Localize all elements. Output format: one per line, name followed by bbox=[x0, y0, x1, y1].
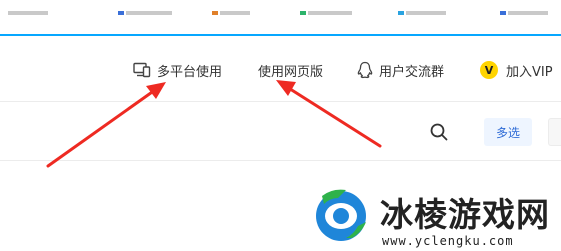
devices-icon bbox=[133, 62, 151, 78]
watermark-logo-icon bbox=[316, 189, 366, 241]
user-group-link[interactable]: 用户交流群 bbox=[357, 60, 444, 80]
qq-penguin-icon bbox=[357, 61, 373, 79]
vip-badge-icon: V bbox=[480, 61, 498, 79]
header-toolbar: 多平台使用 使用网页版 用户交流群 V 加入VIP bbox=[0, 36, 561, 102]
web-version-link[interactable]: 使用网页版 bbox=[258, 60, 323, 80]
cropped-button-edge[interactable] bbox=[548, 118, 561, 146]
watermark-url: www.yclengku.com bbox=[382, 234, 514, 248]
site-watermark: 冰棱游戏网 www.yclengku.com bbox=[302, 180, 561, 251]
search-row: 多选 bbox=[0, 103, 561, 161]
tab-fragment bbox=[300, 0, 354, 15]
join-vip-label: 加入VIP bbox=[506, 64, 553, 80]
tab-fragment bbox=[500, 0, 550, 15]
multi-platform-label: 多平台使用 bbox=[157, 64, 223, 80]
user-group-label: 用户交流群 bbox=[379, 64, 445, 80]
join-vip-link[interactable]: V 加入VIP bbox=[480, 60, 553, 80]
tab-fragment bbox=[8, 0, 50, 15]
multi-select-button[interactable]: 多选 bbox=[484, 118, 532, 146]
top-strip bbox=[0, 0, 561, 34]
search-icon[interactable] bbox=[430, 123, 448, 141]
tab-fragment bbox=[212, 0, 252, 15]
web-version-label: 使用网页版 bbox=[258, 64, 324, 80]
tab-fragment bbox=[398, 0, 448, 15]
tab-fragment bbox=[118, 0, 174, 15]
multi-platform-link[interactable]: 多平台使用 bbox=[133, 60, 222, 80]
watermark-title: 冰棱游戏网 bbox=[380, 195, 550, 234]
